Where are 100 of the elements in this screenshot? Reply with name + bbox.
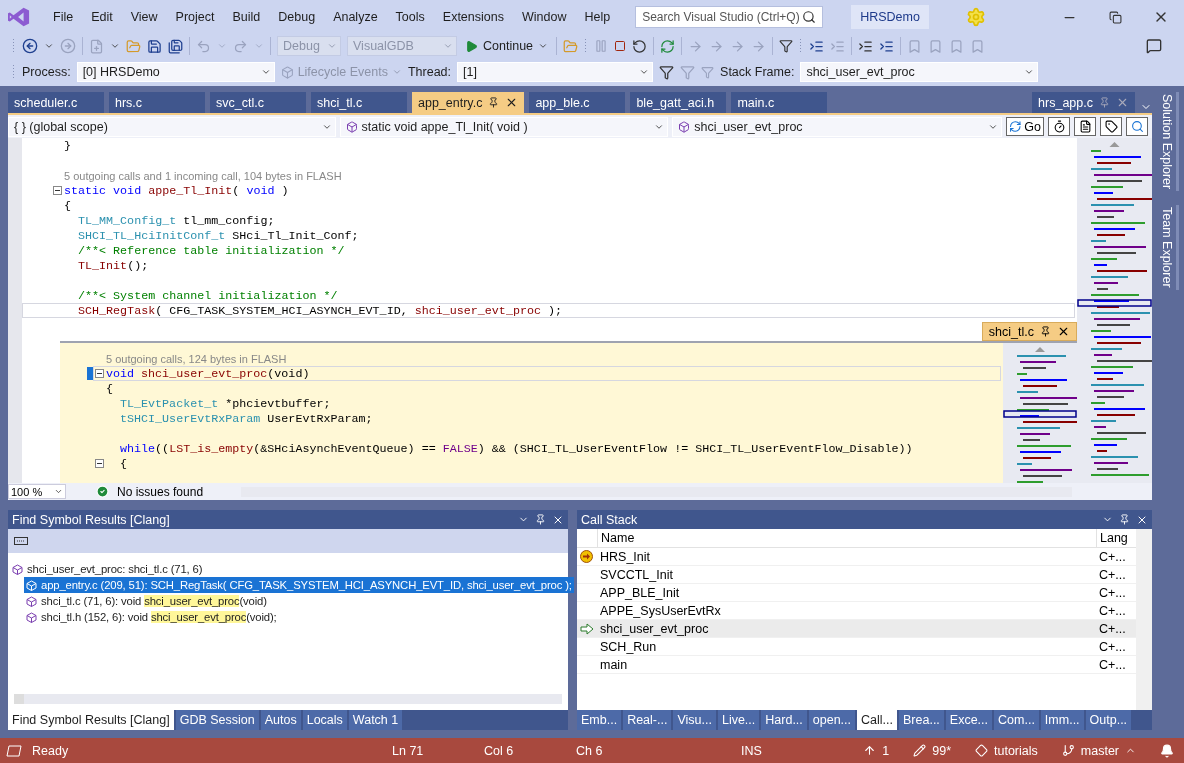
back-icon[interactable]	[22, 38, 38, 54]
document-tab[interactable]: shci_tl.c	[311, 92, 407, 113]
panel-tab[interactable]: Live...	[717, 710, 760, 730]
code-lens[interactable]: 5 outgoing calls, 124 bytes in FLASH	[93, 351, 1001, 366]
pin-icon[interactable]	[488, 97, 500, 108]
menu-item[interactable]: Edit	[82, 10, 122, 24]
document-tab[interactable]: hrs.c	[109, 92, 205, 113]
document-tab[interactable]: app_ble.c	[529, 92, 626, 113]
side-panel-tab[interactable]: Team Explorer	[1157, 205, 1179, 290]
refresh-icon[interactable]	[660, 38, 676, 54]
timer-button[interactable]	[1048, 117, 1070, 136]
close-icon[interactable]	[1057, 325, 1070, 338]
menu-item[interactable]: File	[44, 10, 83, 24]
search-field[interactable]: Search Visual Studio (Ctrl+Q)	[635, 6, 824, 28]
search-button[interactable]	[1126, 117, 1148, 136]
stop-icon[interactable]	[614, 40, 627, 52]
side-panel-tab[interactable]: Solution Explorer	[1157, 92, 1179, 192]
menu-item[interactable]: Tools	[386, 10, 434, 24]
code-minimap[interactable]	[1003, 343, 1077, 483]
feedback-icon[interactable]	[1146, 38, 1162, 54]
panel-tab[interactable]: Com...	[994, 710, 1039, 730]
panel-tab[interactable]: Call...	[857, 710, 897, 730]
scope-dropdown[interactable]: { } (global scope)	[8, 116, 336, 137]
pin-icon[interactable]	[535, 513, 546, 525]
indent-icon[interactable]	[858, 38, 874, 54]
menu-item[interactable]: Analyze	[324, 10, 387, 24]
document-tab[interactable]: main.c	[731, 92, 828, 113]
result-item[interactable]: shci_user_evt_proc: shci_tl.c (71, 6)	[10, 561, 205, 577]
tag-button[interactable]	[1100, 117, 1122, 136]
code-minimap[interactable]	[1077, 138, 1152, 483]
panel-tab[interactable]: Locals	[302, 710, 347, 730]
document-tab[interactable]: svc_ctl.c	[210, 92, 306, 113]
result-item[interactable]: app_entry.c (209, 51): SCH_RegTask( CFG_TASK_SYSTEM_HCI_ASYNCH_EVT_ID, shci_user_evt_proc );	[24, 577, 574, 593]
git-status-item[interactable]: 99*	[932, 743, 951, 758]
continue-button[interactable]: Continue	[463, 39, 551, 53]
git-status-item[interactable]: master	[1080, 743, 1119, 758]
go-button[interactable]: Go	[1005, 117, 1044, 136]
column-header[interactable]: Name	[597, 529, 1096, 547]
menu-item[interactable]: Build	[223, 10, 270, 24]
panel-tab[interactable]: GDB Session	[175, 710, 259, 730]
menu-item[interactable]: Help	[575, 10, 620, 24]
call-stack-row[interactable]: SVCCTL_Init C+...	[577, 566, 1136, 584]
zoom-dropdown[interactable]: 100 %	[8, 484, 66, 499]
panel-tab[interactable]: Imm...	[1040, 710, 1084, 730]
timer-icon	[1052, 120, 1066, 133]
app-logo[interactable]	[8, 6, 30, 28]
panel-tab[interactable]: Visu...	[673, 710, 716, 730]
git-status-item[interactable]: 1	[882, 743, 890, 758]
stack-frame-dropdown[interactable]: shci_user_evt_proc	[800, 62, 1039, 82]
document-tab[interactable]: app_entry.c	[412, 92, 525, 113]
panel-tab[interactable]: Find Symbol Results [Clang]	[8, 710, 174, 730]
expand-icon[interactable]	[14, 537, 28, 545]
indent-icon[interactable]	[879, 38, 895, 54]
panel-tab[interactable]: Hard...	[761, 710, 807, 730]
menu-item[interactable]: Window	[512, 10, 576, 24]
result-item[interactable]: shci_tl.h (152, 6): void shci_user_evt_proc(void);	[24, 609, 279, 625]
git-status-item[interactable]: tutorials	[994, 743, 1038, 758]
code-lens[interactable]: 5 outgoing calls and 1 incoming call, 104 bytes in FLASH	[22, 168, 1075, 183]
document-button[interactable]	[1074, 117, 1096, 136]
call-stack-row[interactable]: APP_BLE_Init C+...	[577, 584, 1136, 602]
result-item[interactable]: shci_tl.c (71, 6): void shci_user_evt_proc(void)	[24, 593, 269, 609]
save-icon[interactable]	[147, 38, 162, 54]
menu-item[interactable]: Extensions	[433, 10, 513, 24]
member-name: shci_user_evt_proc	[693, 119, 804, 134]
pin-icon[interactable]	[1040, 326, 1051, 337]
panel-tab[interactable]: open...	[808, 710, 856, 730]
panel-tab[interactable]: Watch 1	[348, 710, 403, 730]
menu-item[interactable]: Project	[166, 10, 224, 24]
indent-icon[interactable]	[809, 38, 825, 54]
panel-tab[interactable]: Outp...	[1085, 710, 1132, 730]
thread-dropdown[interactable]: [1]	[457, 62, 654, 82]
caret-icon[interactable]	[110, 41, 120, 51]
save-all-icon[interactable]	[168, 38, 183, 54]
panel-tab[interactable]: Exce...	[945, 710, 993, 730]
menu-item[interactable]: View	[121, 10, 167, 24]
restore-icon[interactable]	[1108, 10, 1122, 24]
call-stack-row[interactable]: HRS_Init C+...	[577, 548, 1136, 566]
search-icon	[802, 10, 817, 24]
menu-item[interactable]: Debug	[269, 10, 325, 24]
bell-icon[interactable]	[1160, 743, 1174, 758]
restart-icon[interactable]	[632, 38, 648, 54]
panel-tab[interactable]: Real-...	[623, 710, 672, 730]
panel-tab[interactable]: Brea...	[899, 710, 944, 730]
panel-tab[interactable]: Autos	[260, 710, 301, 730]
call-stack-row[interactable]: shci_user_evt_proc C+...	[577, 620, 1136, 638]
panel-tab[interactable]: Emb...	[577, 710, 622, 730]
call-stack-row[interactable]: SCH_Run C+...	[577, 638, 1136, 656]
call-stack-row[interactable]: main C+...	[577, 656, 1136, 674]
document-tab[interactable]: scheduler.c	[8, 92, 104, 113]
funnel-icon[interactable]	[779, 39, 794, 53]
peek-tab[interactable]: shci_tl.c	[981, 322, 1077, 341]
caret-icon[interactable]	[44, 41, 54, 51]
caret-icon	[54, 487, 63, 496]
document-tab[interactable]: ble_gatt_aci.h	[630, 92, 727, 113]
output-icon[interactable]	[6, 744, 22, 757]
function-dropdown[interactable]: static void appe_Tl_Init( void )	[339, 116, 669, 137]
member-dropdown[interactable]: shci_user_evt_proc	[672, 116, 1002, 137]
pin-icon[interactable]	[1119, 513, 1130, 525]
process-dropdown[interactable]: [0] HRSDemo	[76, 62, 275, 82]
funnel-icon[interactable]	[659, 64, 675, 80]
